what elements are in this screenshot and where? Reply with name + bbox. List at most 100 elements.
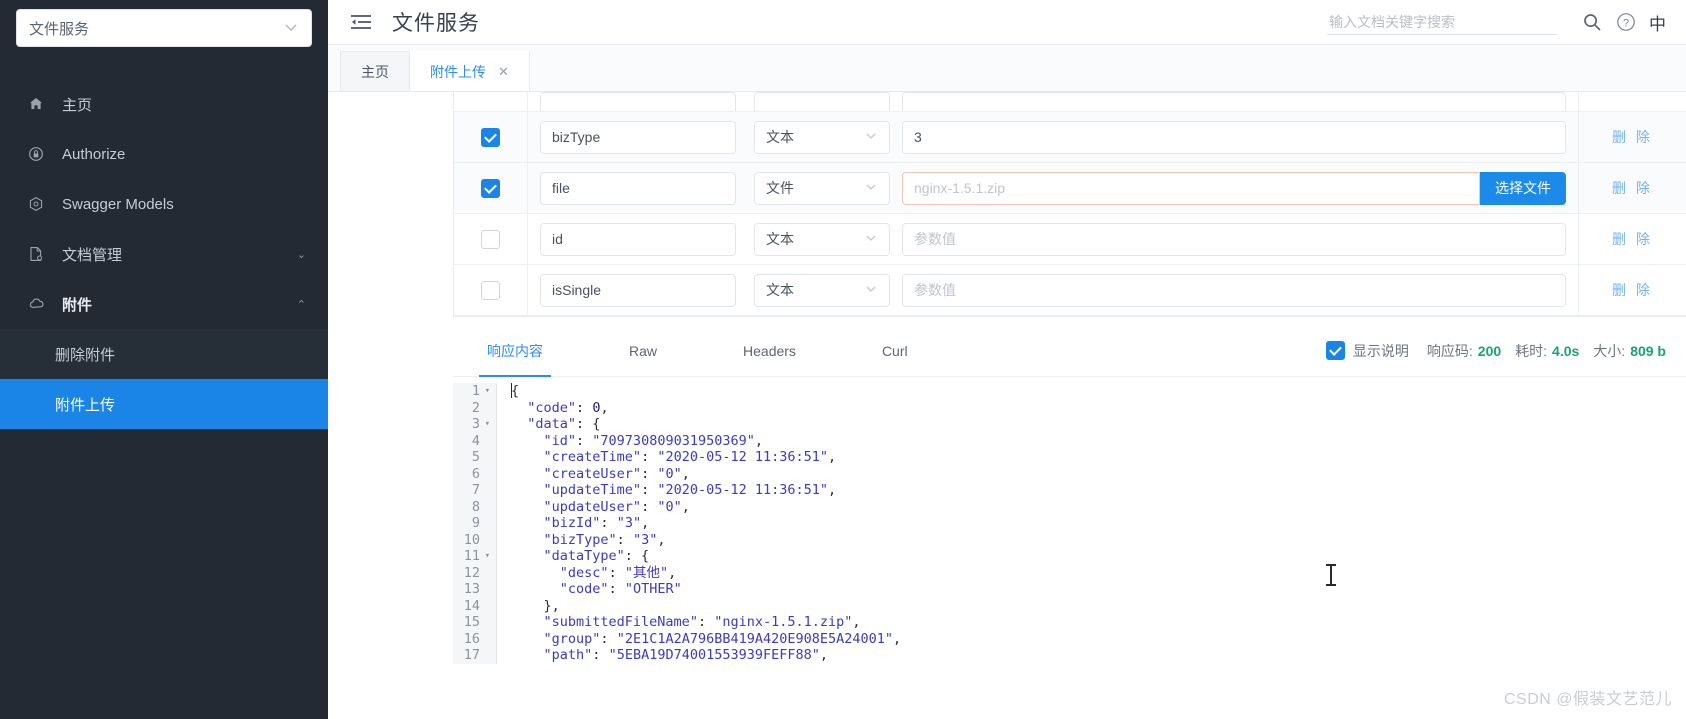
tab-curl[interactable]: Curl — [860, 325, 930, 377]
hamburger-collapse-icon[interactable] — [350, 10, 374, 34]
param-name-input[interactable] — [540, 92, 736, 111]
line-number: 15 — [463, 614, 480, 630]
row-action-cell — [1578, 92, 1686, 111]
chevron-down-icon: ⌄ — [296, 248, 306, 261]
row-name-cell: id — [528, 222, 748, 256]
param-value-input[interactable]: 参数值 — [902, 273, 1566, 307]
mouse-text-cursor — [1326, 564, 1336, 586]
param-type-select[interactable]: 文本 — [754, 120, 890, 154]
tab-headers[interactable]: Headers — [721, 325, 818, 377]
line-number: 5 — [471, 449, 480, 465]
param-name-input[interactable]: bizType — [540, 120, 736, 154]
param-type-select[interactable]: 文件 — [754, 171, 890, 205]
choose-file-button[interactable]: 选择文件 — [1480, 171, 1566, 205]
sidebar-item-label: 文档管理 — [62, 246, 123, 264]
row-name-cell: isSingle — [528, 273, 748, 307]
tab-home[interactable]: 主页 — [340, 51, 410, 91]
json-code-content: { "code": 0, "data": { "id": "7097308090… — [511, 383, 902, 663]
search-input[interactable] — [1329, 13, 1555, 30]
param-value-input[interactable]: 3 — [902, 120, 1566, 154]
sidebar-item-document-management[interactable]: 文档管理 ⌄ — [0, 229, 328, 279]
delete-row-button[interactable]: 删 除 — [1612, 127, 1653, 147]
show-description-label: 显示说明 — [1352, 342, 1409, 359]
page-tab-bar: 主页 附件上传 ✕ — [328, 45, 1686, 92]
response-code-viewer[interactable]: 1 ▾ 2 3 ▾ 4 5 6 7 8 9 10 11 ▾ 12 13 14 1… — [453, 377, 1686, 664]
param-name-input[interactable]: file — [540, 171, 736, 205]
param-name-input[interactable]: isSingle — [540, 273, 736, 307]
sidebar-item-swagger-models[interactable]: Swagger Models — [0, 179, 328, 229]
sidebar-subitem-delete-attachment[interactable]: 删除附件 — [0, 329, 328, 379]
param-type-select[interactable]: 文本 — [754, 222, 890, 256]
tab-raw[interactable]: Raw — [607, 325, 679, 377]
param-value-input[interactable]: 参数值 — [902, 222, 1566, 256]
row-name-cell: bizType — [528, 120, 748, 154]
delete-row-button[interactable]: 删 除 — [1612, 178, 1653, 198]
chevron-down-icon — [864, 129, 878, 146]
elapsed-label: 耗时: — [1515, 342, 1548, 359]
delete-row-button[interactable]: 删 除 — [1612, 280, 1653, 300]
line-number: 9 — [471, 515, 480, 531]
page-title: 文件服务 — [392, 12, 480, 35]
chevron-down-icon — [283, 19, 299, 38]
search-icon[interactable] — [1575, 5, 1609, 39]
line-number: 4 — [471, 432, 480, 449]
chevron-down-icon — [864, 282, 878, 299]
service-select-value: 文件服务 — [29, 20, 90, 38]
file-picker: nginx-1.5.1.zip 选择文件 — [902, 171, 1566, 205]
line-number: 11 ▾ — [463, 548, 490, 565]
file-name-display[interactable]: nginx-1.5.1.zip — [902, 171, 1480, 205]
sidebar-nav: 主页 Authorize Swagger Models 文档管理 ⌄ 附件 ⌃ … — [0, 79, 328, 429]
sidebar-item-label: 附件 — [62, 296, 93, 314]
cloud-icon — [28, 296, 50, 312]
chevron-down-icon — [864, 180, 878, 197]
fold-icon[interactable]: ▾ — [485, 548, 490, 565]
table-row: id 文本 参数值 删 除 — [454, 214, 1686, 265]
sidebar: 文件服务 主页 Authorize Swagger Models 文档管理 ⌄ … — [0, 0, 328, 719]
home-icon — [28, 96, 50, 112]
lock-icon — [28, 146, 50, 162]
tab-response-body[interactable]: 响应内容 — [465, 325, 565, 377]
param-value-placeholder: 参数值 — [914, 231, 956, 247]
param-value-input[interactable] — [902, 92, 1566, 111]
row-checkbox-cell — [454, 214, 528, 264]
show-description-checkbox[interactable] — [1325, 341, 1345, 360]
param-enabled-checkbox[interactable] — [481, 280, 500, 300]
language-toggle[interactable]: 中 — [1643, 10, 1672, 35]
row-name-cell: file — [528, 171, 748, 205]
chevron-up-icon: ⌃ — [296, 298, 306, 311]
search-field-wrapper — [1327, 10, 1557, 35]
param-enabled-checkbox[interactable] — [481, 178, 500, 198]
param-enabled-checkbox[interactable] — [481, 229, 500, 249]
sidebar-item-label: Swagger Models — [62, 195, 174, 213]
sidebar-subitem-upload-attachment[interactable]: 附件上传 — [0, 379, 328, 429]
sidebar-item-authorize[interactable]: Authorize — [0, 129, 328, 179]
param-type-select[interactable] — [754, 92, 890, 111]
sidebar-item-home[interactable]: 主页 — [0, 79, 328, 129]
param-enabled-checkbox[interactable] — [481, 127, 500, 147]
fold-icon[interactable]: ▾ — [485, 416, 490, 433]
sidebar-item-label: 主页 — [62, 96, 93, 114]
close-icon[interactable]: ✕ — [498, 64, 509, 80]
sidebar-item-attachment[interactable]: 附件 ⌃ — [0, 279, 328, 329]
row-checkbox-cell — [454, 112, 528, 162]
line-number: 8 — [471, 498, 480, 515]
row-value-cell: 参数值 — [896, 273, 1578, 307]
row-action-cell: 删 除 — [1578, 163, 1686, 213]
content-area: bizType 文本 3 删 除 file 文件 nginx-1.5.1.zip… — [328, 92, 1686, 719]
question-circle-icon[interactable]: ? — [1609, 5, 1643, 39]
row-value-cell: 3 — [896, 120, 1578, 154]
param-name-input[interactable]: id — [540, 222, 736, 256]
param-type-select[interactable]: 文本 — [754, 273, 890, 307]
elapsed-value: 4.0s — [1552, 342, 1580, 359]
delete-row-button[interactable]: 删 除 — [1612, 229, 1653, 249]
row-checkbox-cell — [454, 163, 528, 213]
response-tab-bar: 响应内容 Raw Headers Curl 显示说明 响应码: 200 耗时: … — [453, 325, 1686, 377]
service-select[interactable]: 文件服务 — [16, 9, 312, 47]
row-type-cell: 文本 — [748, 273, 896, 307]
app-root: 文件服务 主页 Authorize Swagger Models 文档管理 ⌄ … — [0, 0, 1686, 719]
tab-attachment-upload[interactable]: 附件上传 ✕ — [409, 51, 530, 91]
document-gear-icon — [28, 246, 50, 262]
line-number: 10 — [463, 531, 480, 548]
fold-icon[interactable]: ▾ — [485, 383, 490, 400]
tab-label: Headers — [743, 342, 796, 359]
